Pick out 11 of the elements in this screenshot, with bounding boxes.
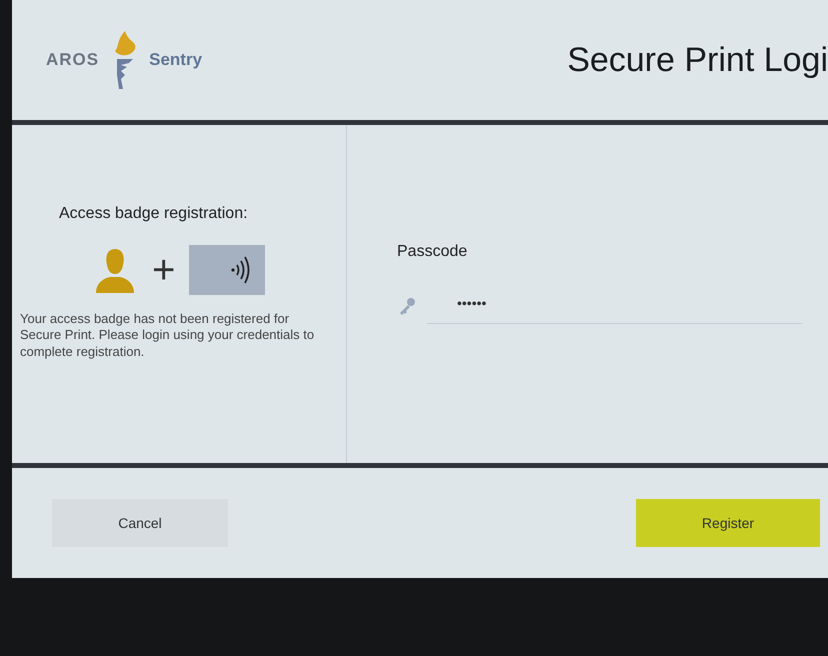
logo-text: Sentry <box>149 50 202 70</box>
cancel-button[interactable]: Cancel <box>52 499 228 547</box>
passcode-label: Passcode <box>397 243 468 261</box>
registration-message: Your access badge has not been registered for Secure Print. Please login using your credentials to complete registration. <box>20 311 316 360</box>
passcode-field[interactable]: •••••• <box>427 287 802 324</box>
badge-reader-icon <box>189 245 266 295</box>
page-title: Secure Print Logi <box>567 40 828 80</box>
plus-sign: + <box>152 250 176 290</box>
section-heading: Access badge registration: <box>59 205 248 223</box>
logo-text: AROS <box>46 50 100 70</box>
register-button[interactable]: Register <box>636 499 820 547</box>
